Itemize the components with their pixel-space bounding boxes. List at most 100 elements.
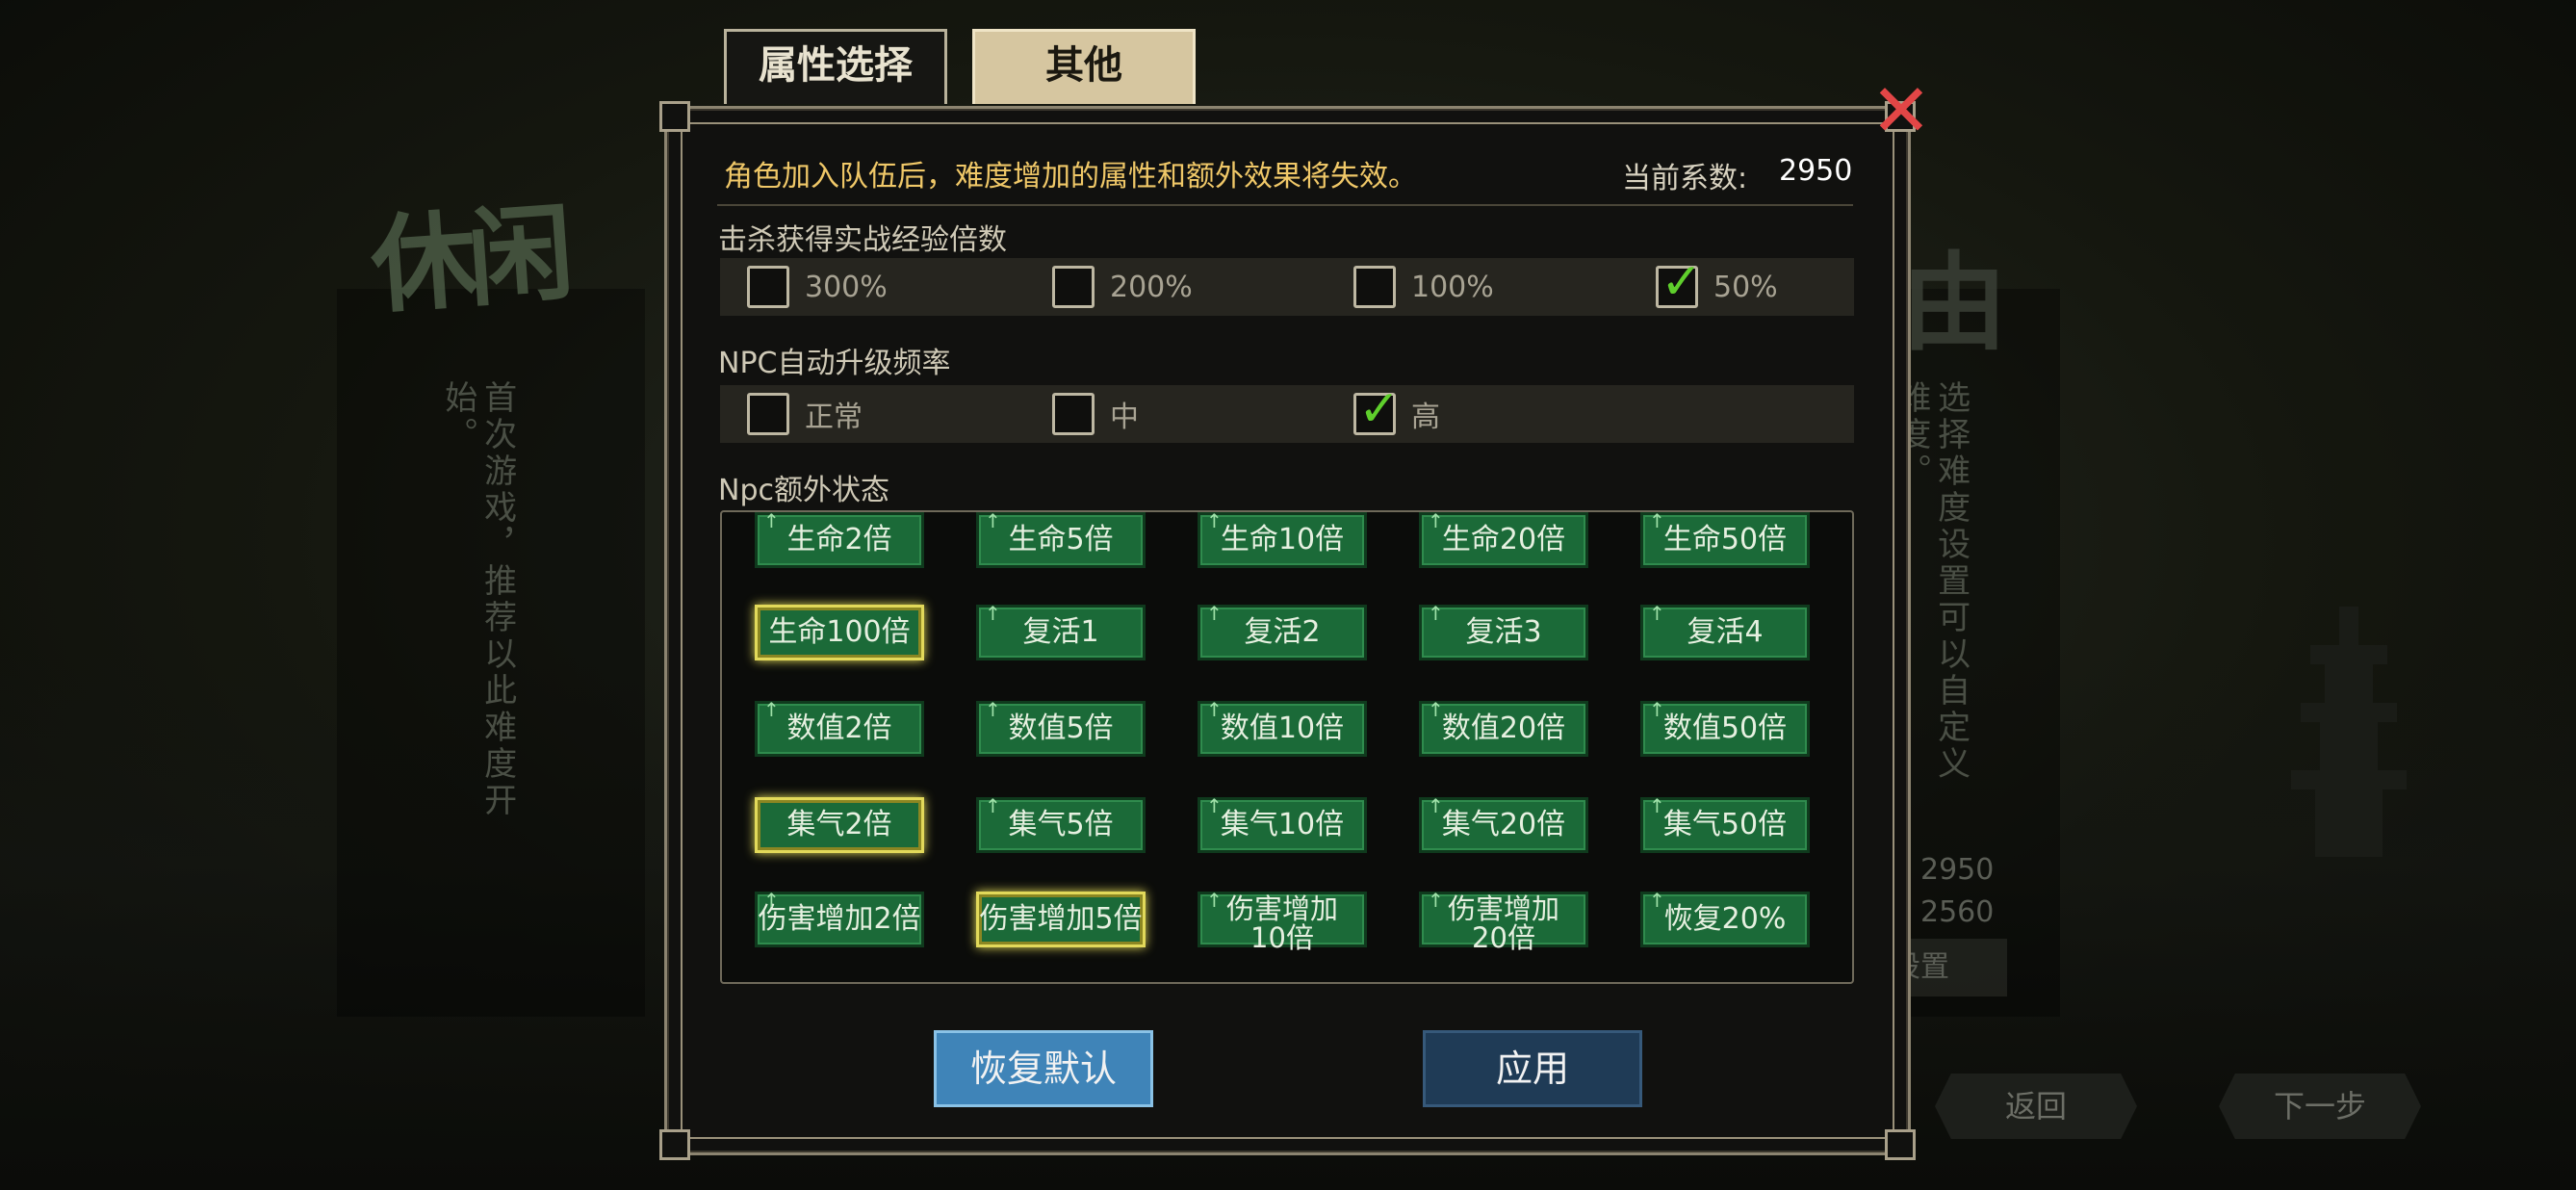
npc-status-button[interactable]: ↑ 数值2倍: [755, 698, 924, 757]
npc-status-button[interactable]: 集气2倍: [755, 797, 924, 853]
up-arrow-icon: ↑: [1206, 509, 1223, 532]
npc-status-button[interactable]: ↑ 数值10倍: [1198, 698, 1367, 757]
back-button[interactable]: 返回: [1935, 1074, 2137, 1139]
npc-status-button[interactable]: ↑ 复活1: [976, 602, 1146, 660]
checkbox[interactable]: [1353, 266, 1396, 308]
status-button-label: 集气2倍: [786, 808, 892, 841]
up-arrow-icon: ↑: [1649, 794, 1665, 817]
checkbox[interactable]: [1052, 393, 1095, 435]
status-button-label: 生命20倍: [1441, 523, 1566, 556]
exp-option-100[interactable]: 100%: [1353, 264, 1494, 310]
status-button-label: 复活3: [1465, 615, 1542, 649]
option-label: 300%: [805, 270, 888, 304]
option-label: 200%: [1110, 270, 1193, 304]
status-button-label: 生命5倍: [1008, 523, 1114, 556]
status-button-label: 复活2: [1244, 615, 1321, 649]
corner-ornament: [659, 101, 690, 132]
npc-status-button[interactable]: ↑ 集气20倍: [1419, 794, 1588, 853]
checkmark-icon: ✓: [1358, 380, 1401, 438]
npc-upgrade-frequency-label: NPC自动升级频率: [718, 347, 951, 380]
reset-default-button[interactable]: 恢复默认: [934, 1030, 1153, 1107]
exp-option-50[interactable]: ✓ 50%: [1656, 257, 1778, 310]
status-button-label: 伤害增加5倍: [979, 902, 1143, 936]
close-x-icon[interactable]: ✕: [1868, 74, 1935, 147]
up-arrow-icon: ↑: [1206, 602, 1223, 625]
next-step-button[interactable]: 下一步: [2219, 1074, 2421, 1139]
status-button-label: 生命2倍: [786, 523, 892, 556]
exp-option-300[interactable]: 300%: [747, 264, 888, 310]
npc-status-button[interactable]: ↑ 生命2倍: [755, 511, 924, 568]
npc-status-button[interactable]: ↑ 伤害增加2倍: [755, 889, 924, 947]
checkbox[interactable]: [747, 393, 789, 435]
status-button-label: 复活4: [1687, 615, 1764, 649]
corner-ornament: [659, 1129, 690, 1160]
up-arrow-icon: ↑: [1206, 889, 1223, 912]
checkbox[interactable]: [1052, 266, 1095, 308]
exp-option-200[interactable]: 200%: [1052, 264, 1193, 310]
checkmark-icon: ✓: [1661, 253, 1703, 311]
option-label: 100%: [1411, 270, 1494, 304]
up-arrow-icon: ↑: [985, 509, 1001, 532]
option-label: 高: [1411, 401, 1440, 434]
up-arrow-icon: ↑: [985, 602, 1001, 625]
npc-status-button[interactable]: ↑ 数值20倍: [1419, 700, 1588, 757]
bg-custom-mode-title: 由: [1901, 241, 2007, 365]
npc-status-button[interactable]: ↑ 生命50倍: [1640, 511, 1810, 568]
npc-upgrade-frequency-options: 正常 中 ✓ 高: [720, 384, 1854, 443]
team-join-notice: 角色加入队伍后，难度增加的属性和额外效果将失效。: [724, 160, 1417, 194]
status-button-label: 伤害增加 10倍: [1225, 892, 1338, 954]
status-button-label: 生命50倍: [1662, 523, 1788, 556]
status-button-label: 集气10倍: [1220, 808, 1345, 841]
bg-mode-title: 休闲: [367, 191, 568, 328]
up-arrow-icon: ↑: [1428, 794, 1444, 817]
checkbox-checked[interactable]: ✓: [1353, 384, 1401, 435]
npc-status-button[interactable]: 伤害增加5倍: [976, 892, 1146, 947]
up-arrow-icon: ↑: [985, 698, 1001, 721]
freq-option-high[interactable]: ✓ 高: [1353, 384, 1440, 437]
npc-status-button[interactable]: ↑ 恢复20%: [1640, 889, 1810, 947]
npc-status-button[interactable]: ↑ 复活3: [1419, 604, 1588, 660]
status-button-label: 数值2倍: [786, 711, 892, 745]
freq-option-normal[interactable]: 正常: [747, 391, 863, 437]
up-arrow-icon: ↑: [763, 889, 780, 912]
apply-button[interactable]: 应用: [1423, 1030, 1642, 1107]
npc-status-button[interactable]: ↑ 复活2: [1198, 602, 1367, 660]
up-arrow-icon: ↑: [763, 698, 780, 721]
tab-other[interactable]: 其他: [972, 29, 1196, 104]
status-button-label: 恢复20%: [1663, 902, 1787, 936]
checkbox[interactable]: [747, 266, 789, 308]
npc-status-button[interactable]: ↑ 集气50倍: [1640, 794, 1810, 853]
status-button-label: 生命10倍: [1220, 523, 1345, 556]
up-arrow-icon: ↑: [1206, 698, 1223, 721]
status-button-label: 集气20倍: [1441, 808, 1566, 841]
npc-status-button[interactable]: ↑ 生命5倍: [976, 509, 1146, 568]
bg-mode-description: 首次游戏，推荐以此难度开始。: [438, 380, 517, 819]
npc-status-button[interactable]: ↑ 伤害增加 10倍: [1198, 889, 1367, 952]
npc-status-button[interactable]: ↑ 数值50倍: [1640, 698, 1810, 757]
tab-attribute-select[interactable]: 属性选择: [724, 29, 947, 104]
freq-option-medium[interactable]: 中: [1052, 391, 1139, 437]
up-arrow-icon: ↑: [1649, 698, 1665, 721]
up-arrow-icon: ↑: [1428, 889, 1444, 912]
npc-status-button[interactable]: ↑ 集气10倍: [1198, 794, 1367, 853]
npc-status-button[interactable]: ↑ 数值5倍: [976, 698, 1146, 757]
option-label: 中: [1110, 401, 1139, 434]
checkbox-checked[interactable]: ✓: [1656, 257, 1703, 308]
up-arrow-icon: ↑: [1206, 794, 1223, 817]
npc-status-button[interactable]: ↑ 集气5倍: [976, 796, 1146, 853]
status-button-label: 数值20倍: [1441, 711, 1566, 745]
up-arrow-icon: ↑: [1649, 889, 1665, 912]
option-label: 正常: [805, 401, 863, 434]
corner-ornament: [1885, 1129, 1916, 1160]
status-button-label: 复活1: [1022, 615, 1099, 649]
status-button-label: 数值10倍: [1220, 711, 1345, 745]
status-button-label: 数值5倍: [1008, 711, 1114, 745]
npc-status-button[interactable]: ↑ 生命10倍: [1198, 509, 1367, 568]
exp-multiplier-label: 击杀获得实战经验倍数: [718, 223, 1007, 257]
npc-status-button[interactable]: 生命100倍: [755, 605, 924, 660]
status-button-label: 集气50倍: [1662, 808, 1788, 841]
status-button-label: 伤害增加2倍: [758, 902, 921, 936]
npc-status-button[interactable]: ↑ 伤害增加 20倍: [1419, 889, 1588, 952]
npc-status-button[interactable]: ↑ 复活4: [1640, 604, 1810, 660]
npc-status-button[interactable]: ↑ 生命20倍: [1419, 511, 1588, 568]
